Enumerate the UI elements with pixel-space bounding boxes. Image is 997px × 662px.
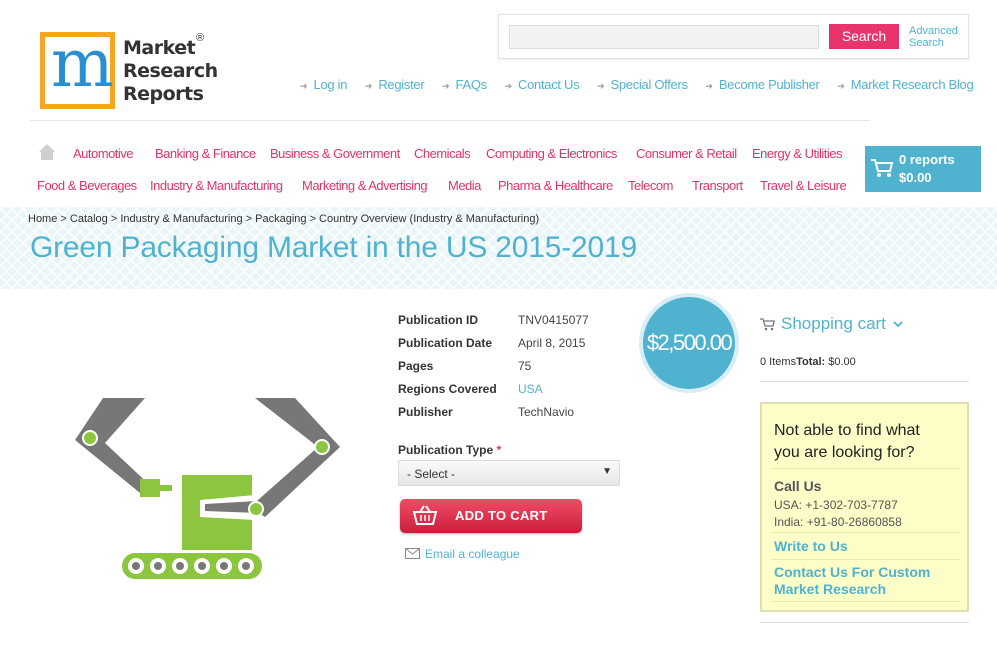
- category-automotive[interactable]: Automotive: [73, 146, 134, 161]
- detail-label: Regions Covered: [398, 382, 497, 396]
- login-link[interactable]: Log in: [314, 77, 348, 92]
- detail-value: April 8, 2015: [518, 336, 586, 350]
- detail-value: 75: [518, 359, 532, 373]
- category-energy-utilities[interactable]: Energy & Utilities: [752, 146, 842, 161]
- search-button[interactable]: Search: [829, 24, 899, 49]
- page-title: Green Packaging Market in the US 2015-20…: [30, 231, 637, 264]
- cart-total-label: Total:: [796, 356, 826, 368]
- help-divider: [771, 532, 960, 533]
- top-links: ➔ Log in ➔ Register ➔ FAQs ➔ Contact Us ➔ Spe…: [300, 77, 974, 92]
- advanced-search-line-2: Search: [909, 37, 944, 49]
- category-marketing-advertising[interactable]: Marketing & Advertising: [302, 178, 428, 193]
- select-value: - Select -: [407, 467, 456, 481]
- cart-items: 0 Items: [760, 356, 797, 368]
- advanced-search-link[interactable]: Advanced Search: [909, 25, 958, 49]
- faqs-link[interactable]: FAQs: [456, 77, 488, 92]
- category-pharma-healthcare[interactable]: Pharma & Healthcare: [498, 178, 613, 193]
- cart-count: 0 reports: [899, 152, 955, 167]
- detail-label: Publisher: [398, 405, 453, 419]
- arrow-icon: ➔: [364, 81, 373, 91]
- search-panel: Search Advanced Search: [498, 14, 969, 59]
- logo-line-3: Reports: [123, 83, 204, 105]
- category-computing-electronics[interactable]: Computing & Electronics: [486, 146, 617, 161]
- region-link[interactable]: USA: [518, 382, 543, 396]
- arrow-icon: ➔: [300, 81, 308, 91]
- help-question-line-1: Not able to find what: [774, 422, 920, 439]
- call-us-heading: Call Us: [774, 478, 822, 494]
- basket-icon: [412, 505, 438, 525]
- help-divider: [771, 559, 960, 560]
- publication-type-text: Publication Type: [398, 443, 494, 457]
- category-telecom[interactable]: Telecom: [628, 178, 673, 193]
- registered-mark: ®: [196, 32, 205, 44]
- required-mark: *: [496, 443, 502, 457]
- envelope-icon: [405, 548, 420, 559]
- category-consumer-retail[interactable]: Consumer & Retail: [636, 146, 737, 161]
- caret-down-icon: ▼: [602, 466, 612, 477]
- arrow-icon: ➔: [705, 81, 713, 91]
- category-banking-finance[interactable]: Banking & Finance: [155, 146, 256, 161]
- publication-type-select[interactable]: - Select - ▼: [398, 460, 620, 486]
- usa-phone: USA: +1-302-703-7787: [774, 498, 898, 512]
- logo-mark: m: [40, 25, 115, 109]
- detail-label: Publication Date: [398, 336, 493, 350]
- custom-research-line-1: Contact Us For Custom: [774, 564, 931, 580]
- cart-total: $0.00: [899, 170, 932, 185]
- header-divider: [30, 120, 870, 121]
- cart-summary: 0 ItemsTotal: $0.00: [760, 356, 856, 368]
- category-business-government[interactable]: Business & Government: [270, 146, 400, 161]
- help-divider: [771, 601, 960, 602]
- help-divider: [771, 468, 960, 469]
- help-question-line-2: you are looking for?: [774, 444, 915, 461]
- detail-value: TechNavio: [518, 405, 575, 419]
- register-link[interactable]: Register: [378, 77, 424, 92]
- arrow-icon: ➔: [441, 81, 450, 91]
- detail-label: Publication ID: [398, 313, 479, 327]
- logo-letter: m: [51, 25, 114, 102]
- special-offers-link[interactable]: Special Offers: [611, 77, 689, 92]
- cart-button[interactable]: 0 reports $0.00: [865, 146, 981, 192]
- basket-icon: [760, 318, 775, 331]
- help-question: Not able to find what you are looking fo…: [774, 420, 920, 464]
- write-to-us-link[interactable]: Write to Us: [774, 538, 848, 555]
- site-logo[interactable]: m Market Research Reports ®: [40, 25, 218, 112]
- chevron-down-icon: [893, 321, 903, 328]
- arrow-icon: ➔: [504, 81, 513, 91]
- custom-research-line-2: Market Research: [774, 581, 887, 597]
- breadcrumb[interactable]: Home > Catalog > Industry & Manufacturin…: [28, 213, 539, 225]
- contact-us-link[interactable]: Contact Us: [518, 77, 580, 92]
- category-food-beverages[interactable]: Food & Beverages: [37, 178, 137, 193]
- product-image: [75, 398, 340, 579]
- category-chemicals[interactable]: Chemicals: [414, 146, 471, 161]
- add-to-cart-button[interactable]: ADD TO CART: [400, 499, 582, 533]
- custom-research-link[interactable]: Contact Us For Custom Market Research: [774, 564, 930, 598]
- sidebar-divider: [760, 381, 969, 382]
- logo-line-2: Research: [123, 60, 218, 82]
- email-colleague-text: Email a colleague: [425, 547, 520, 561]
- become-publisher-link[interactable]: Become Publisher: [719, 77, 820, 92]
- india-phone: India: +91-80-26860858: [774, 515, 902, 529]
- blog-link[interactable]: Market Research Blog: [851, 77, 974, 92]
- advanced-search-line-1: Advanced: [909, 25, 958, 37]
- cart-total-value: $0.00: [828, 356, 856, 368]
- category-industry-manufacturing[interactable]: Industry & Manufacturing: [150, 178, 283, 193]
- cart-icon: [871, 159, 894, 177]
- detail-value: TNV0415077: [518, 313, 589, 327]
- shopping-cart-title: Shopping cart: [781, 314, 886, 333]
- help-box: Not able to find what you are looking fo…: [760, 402, 969, 612]
- arrow-icon: ➔: [596, 81, 605, 91]
- publication-type-label: Publication Type *: [398, 443, 501, 457]
- sidebar-divider: [760, 622, 969, 623]
- logo-wordmark: Market Research Reports: [123, 37, 218, 106]
- detail-label: Pages: [398, 359, 434, 373]
- category-travel-leisure[interactable]: Travel & Leisure: [760, 178, 847, 193]
- search-input[interactable]: [509, 25, 819, 49]
- arrow-icon: ➔: [837, 81, 845, 91]
- home-icon[interactable]: [38, 143, 56, 161]
- category-transport[interactable]: Transport: [692, 178, 743, 193]
- price-badge: $2,500.00: [639, 293, 739, 393]
- add-to-cart-label: ADD TO CART: [455, 508, 548, 523]
- category-media[interactable]: Media: [448, 178, 481, 193]
